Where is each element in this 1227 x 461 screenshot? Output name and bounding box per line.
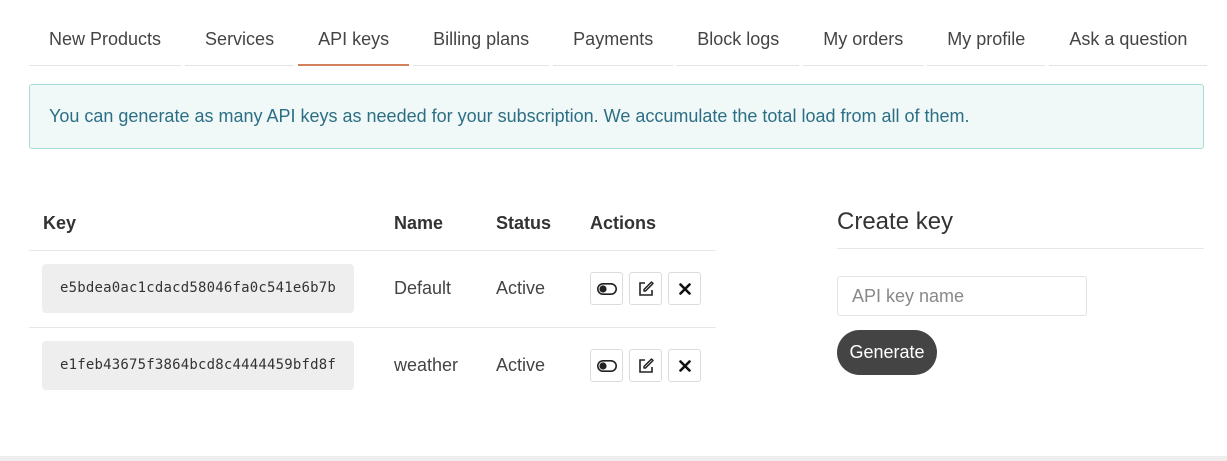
tab-services[interactable]: Services [185,14,295,66]
edit-icon [638,357,654,373]
tab-billing-plans[interactable]: Billing plans [413,14,550,66]
tab-api-keys[interactable]: API keys [298,14,410,66]
header-status: Status [496,213,552,233]
delete-button[interactable] [668,272,701,305]
toggle-button[interactable] [590,272,623,305]
delete-icon [678,282,691,295]
tab-my-profile[interactable]: My profile [927,14,1046,66]
footer-divider [0,456,1227,461]
generate-button[interactable]: Generate [837,330,937,375]
toggle-button[interactable] [590,349,623,382]
table-row: e5bdea0ac1cdacd58046fa0c541e6b7b Default… [29,251,716,328]
key-name: weather [394,355,459,375]
tab-payments[interactable]: Payments [553,14,674,66]
row-actions [590,349,701,382]
header-actions: Actions [590,213,657,233]
info-alert: You can generate as many API keys as nee… [29,84,1204,149]
table-header: Key Name Status Actions [29,196,716,251]
tab-block-logs[interactable]: Block logs [677,14,800,66]
edit-button[interactable] [629,349,662,382]
toggle-icon [596,282,617,295]
tab-my-orders[interactable]: My orders [803,14,924,66]
delete-button[interactable] [668,349,701,382]
delete-icon [678,359,691,372]
api-key-value: e5bdea0ac1cdacd58046fa0c541e6b7b [42,264,354,313]
toggle-icon [596,359,617,372]
header-name: Name [394,213,444,233]
key-status: Active [496,355,546,375]
header-key: Key [43,213,77,233]
key-status: Active [496,278,546,298]
create-key-panel: Create key Generate [837,196,1204,375]
edit-button[interactable] [629,272,662,305]
tab-ask-a-question[interactable]: Ask a question [1049,14,1208,66]
row-actions [590,272,701,305]
key-name: Default [394,278,452,298]
api-key-value: e1feb43675f3864bcd8c4444459bfd8f [42,341,354,390]
api-key-name-input[interactable] [837,276,1087,316]
create-key-title: Create key [837,196,1204,249]
tab-new-products[interactable]: New Products [29,14,182,66]
edit-icon [638,280,654,296]
table-row: e1feb43675f3864bcd8c4444459bfd8f weather… [29,328,716,405]
nav-tabs: New Products Services API keys Billing p… [29,14,1208,66]
api-keys-table: Key Name Status Actions e5bdea0ac1cdacd5… [29,196,716,405]
